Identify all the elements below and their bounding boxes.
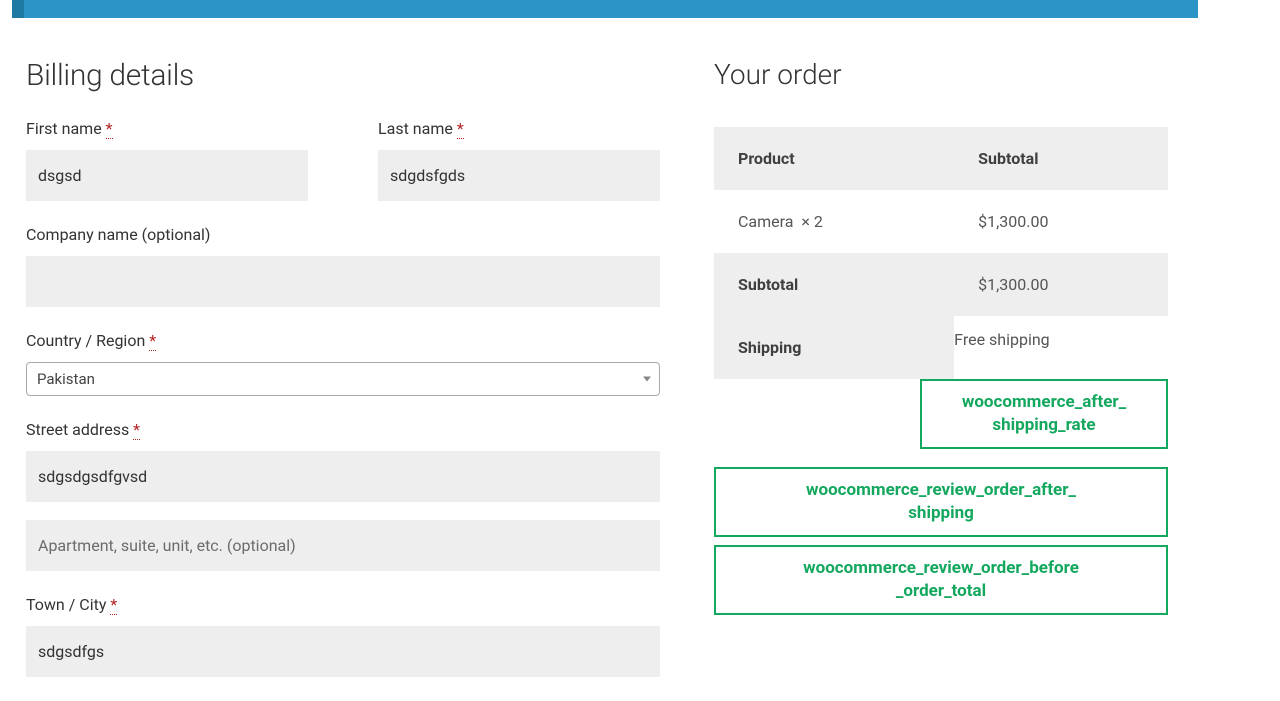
country-label: Country / Region * <box>26 331 660 350</box>
company-input[interactable] <box>26 256 660 307</box>
header-bar <box>12 0 1198 18</box>
shipping-row: Shipping Free shipping <box>714 316 1168 379</box>
last-name-input[interactable] <box>378 150 660 201</box>
order-heading: Your order <box>714 58 1168 91</box>
shipping-value: Free shipping <box>954 316 1168 379</box>
billing-heading: Billing details <box>26 58 660 93</box>
subtotal-value: $1,300.00 <box>954 253 1168 316</box>
chevron-down-icon <box>643 377 651 382</box>
order-item-row: Camera × 2 $1,300.00 <box>714 190 1168 253</box>
col-subtotal: Subtotal <box>954 127 1168 190</box>
shipping-label: Shipping <box>714 316 954 379</box>
item-qty: × 2 <box>801 212 823 231</box>
first-name-label: First name * <box>26 119 308 138</box>
town-label: Town / City * <box>26 595 660 614</box>
required-icon: * <box>106 119 113 139</box>
required-icon: * <box>133 420 140 440</box>
company-field: Company name (optional) <box>26 225 660 307</box>
required-icon: * <box>457 119 464 139</box>
subtotal-row: Subtotal $1,300.00 <box>714 253 1168 316</box>
street-field-2 <box>26 520 660 571</box>
item-name: Camera <box>738 212 793 231</box>
town-field: Town / City * <box>26 595 660 677</box>
last-name-label: Last name * <box>378 119 660 138</box>
street-label: Street address * <box>26 420 660 439</box>
required-icon: * <box>149 331 156 351</box>
country-field: Country / Region * Pakistan <box>26 331 660 396</box>
hook-text: woocommerce_after_shipping_rate <box>962 392 1126 435</box>
company-label: Company name (optional) <box>26 225 660 244</box>
order-summary: Your order Product Subtotal Camera × 2 $… <box>714 58 1212 701</box>
town-input[interactable] <box>26 626 660 677</box>
street-input-2[interactable] <box>26 520 660 571</box>
last-name-field: Last name * <box>378 119 660 201</box>
order-item-cell: Camera × 2 <box>714 190 954 253</box>
country-selected: Pakistan <box>37 370 95 388</box>
col-product: Product <box>714 127 954 190</box>
hook-review-after-shipping: woocommerce_review_order_after_shipping <box>714 467 1168 537</box>
hook-text: woocommerce_review_order_after_shipping <box>806 480 1076 523</box>
hook-review-before-total: woocommerce_review_order_before_order_to… <box>714 545 1168 615</box>
order-table: Product Subtotal Camera × 2 $1,300.00 Su… <box>714 127 1168 379</box>
subtotal-label: Subtotal <box>714 253 954 316</box>
hook-text: woocommerce_review_order_before_order_to… <box>803 558 1079 601</box>
item-subtotal: $1,300.00 <box>954 190 1168 253</box>
billing-form: Billing details First name * Last name *… <box>26 58 660 701</box>
first-name-input[interactable] <box>26 150 308 201</box>
hook-after-shipping-rate: woocommerce_after_shipping_rate <box>920 379 1168 449</box>
street-input-1[interactable] <box>26 451 660 502</box>
required-icon: * <box>110 595 117 615</box>
street-field: Street address * <box>26 420 660 502</box>
country-select[interactable]: Pakistan <box>26 362 660 396</box>
first-name-field: First name * <box>26 119 308 201</box>
